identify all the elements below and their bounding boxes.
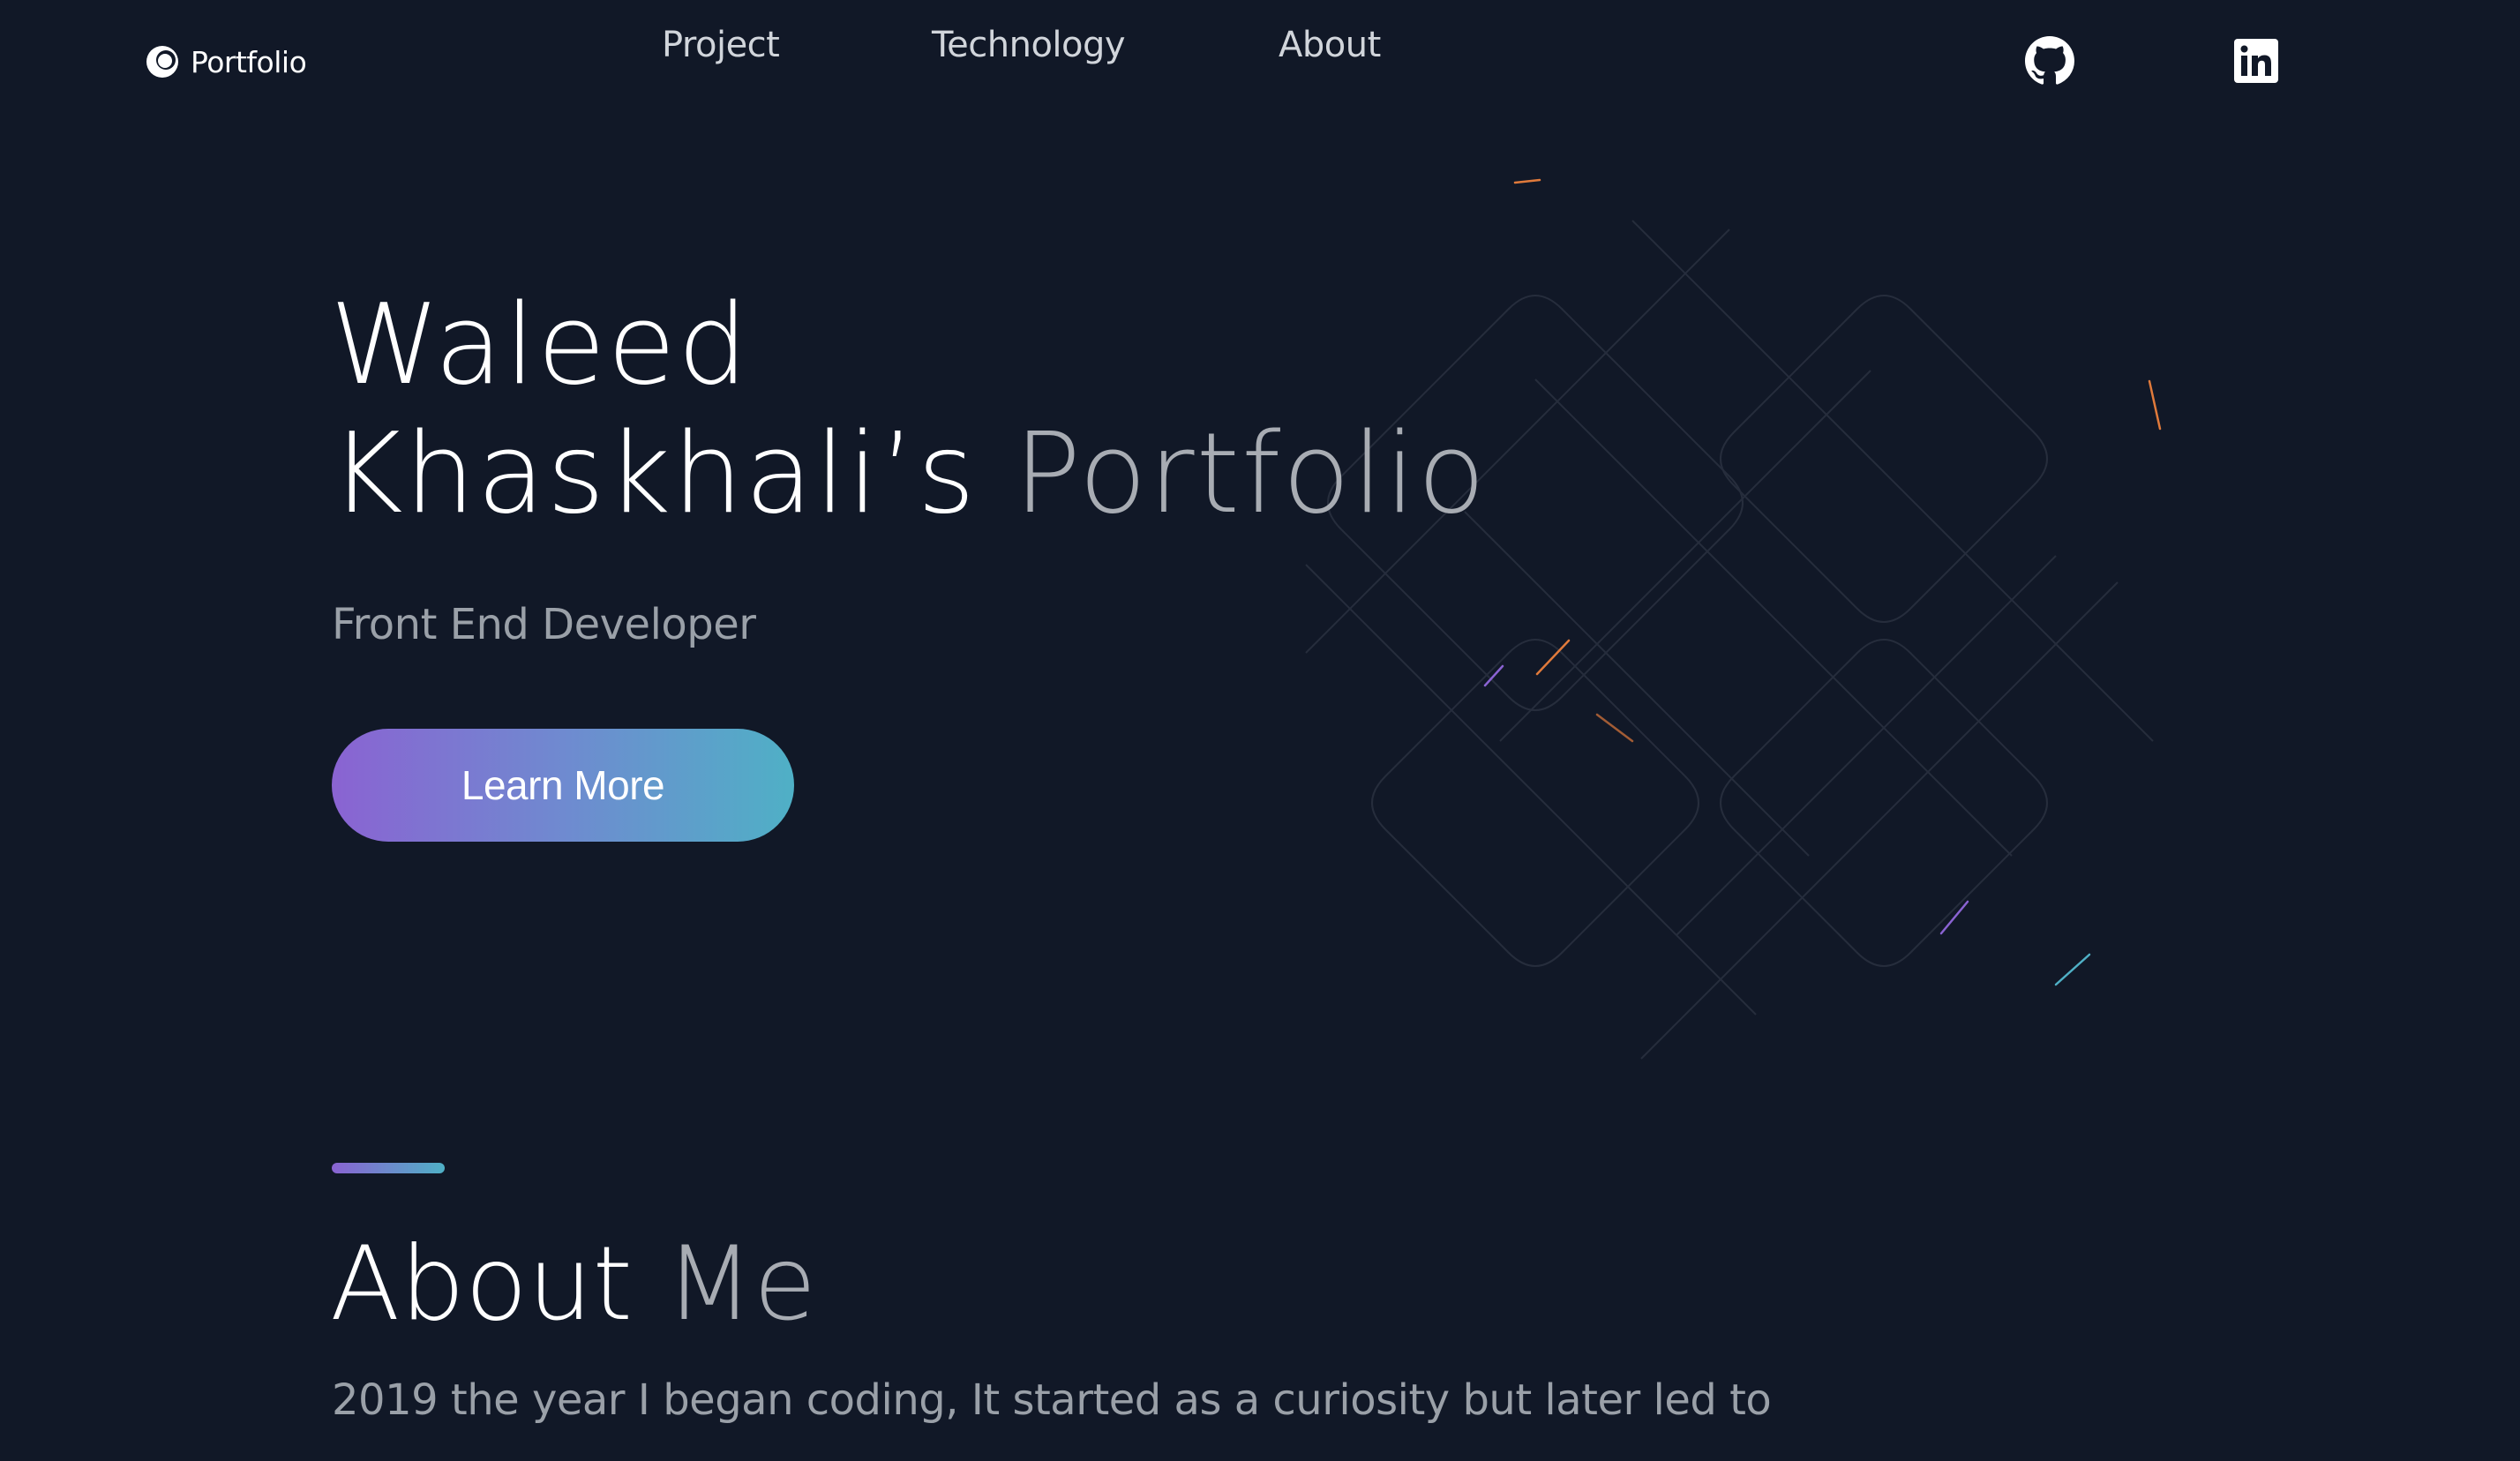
hero-title-name: Khaskhali’s [330,408,978,538]
logo-icon [146,46,178,78]
hero-title-portfolio: Portfolio [1014,408,1488,538]
nav-link-project[interactable]: Project [662,25,780,65]
logo-text: Portfolio [191,44,307,79]
nav-link-technology[interactable]: Technology [932,25,1126,65]
learn-more-label: Learn More [461,762,665,808]
about-accent-bar [332,1163,445,1173]
github-icon [2025,36,2074,85]
about-text-line1: 2019 the year I began coding, It started… [332,1375,1772,1425]
linkedin-icon [2234,39,2278,83]
portfolio-page: Portfolio Project Technology About Walee… [0,0,2520,1461]
nav-link-about[interactable]: About [1279,25,1381,65]
linkedin-link[interactable] [2231,35,2282,86]
about-title-word1: About [330,1225,633,1344]
about-text: 2019 the year I began coding, It started… [332,1369,1832,1431]
github-link[interactable] [2024,35,2075,86]
hero-title: Waleed Khaskhali’s Portfolio [330,281,1488,538]
about-title-word2: Me [664,1225,817,1344]
learn-more-button[interactable]: Learn More [332,729,794,842]
hero-subtitle: Front End Developer [332,600,756,649]
about-title: About Me [330,1223,816,1346]
logo[interactable]: Portfolio [145,44,307,79]
hero-title-line1: Waleed [330,280,750,409]
